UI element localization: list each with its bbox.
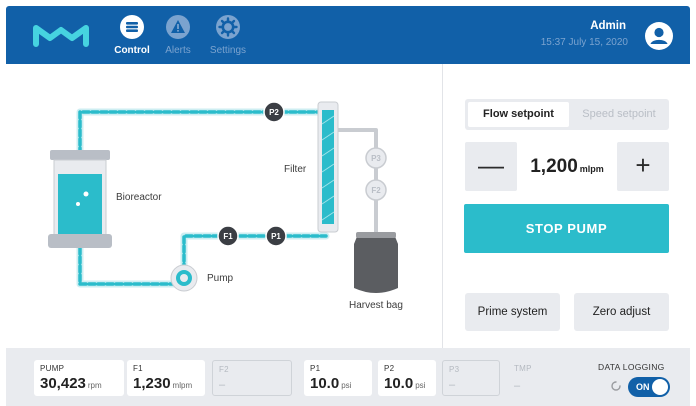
gear-icon	[216, 15, 240, 39]
reading-f1-value: 1,230	[133, 375, 171, 392]
data-logging-toggle-label: ON	[636, 382, 650, 392]
reading-f1-label: F1	[133, 364, 143, 373]
reading-p1: P1 10.0 psi	[304, 360, 372, 396]
decrement-button[interactable]: —	[465, 142, 517, 191]
reading-f2-label: F2	[219, 365, 229, 374]
tab-flow-setpoint[interactable]: Flow setpoint	[468, 102, 569, 127]
flow-setpoint-stepper: — 1,200 mlpm +	[465, 142, 669, 191]
filter-label: Filter	[284, 164, 307, 175]
user-name: Admin	[590, 20, 626, 32]
reading-p2-unit: psi	[415, 381, 426, 390]
reading-tmp-value: –	[514, 380, 521, 392]
reading-pump-label: PUMP	[40, 364, 65, 373]
reading-p2-value: 10.0	[384, 375, 414, 392]
nav-settings-label: Settings	[209, 45, 247, 56]
readings-bar: PUMP 30,423 rpm F1 1,230 mlpm F2 – P1 10.0…	[6, 348, 690, 406]
sync-icon	[611, 381, 621, 391]
data-logging-toggle[interactable]: ON	[628, 377, 670, 397]
stop-pump-button[interactable]: STOP PUMP	[464, 204, 669, 253]
tab-speed-setpoint[interactable]: Speed setpoint	[571, 102, 667, 127]
sensor-p2-label: P2	[269, 108, 279, 117]
toggle-knob	[652, 379, 668, 395]
setpoint-unit: mlpm	[579, 164, 604, 174]
reading-f1: F1 1,230 mlpm	[127, 360, 205, 396]
reading-f2-value: –	[219, 379, 226, 391]
alert-icon	[166, 15, 190, 39]
prime-system-button[interactable]: Prime system	[465, 293, 560, 331]
setpoint-value[interactable]: 1,200 mlpm	[517, 142, 617, 191]
harvest-bag-label: Harvest bag	[349, 300, 403, 311]
reading-p2: P2 10.0 psi	[378, 360, 436, 396]
reading-pump-unit: rpm	[87, 381, 102, 390]
nav-alerts[interactable]: Alerts	[156, 14, 200, 62]
nav-control[interactable]: Control	[110, 14, 154, 62]
reading-pump: PUMP 30,423 rpm	[34, 360, 124, 396]
setpoint-mode-toggle: Flow setpoint Speed setpoint	[465, 99, 669, 130]
reading-p2-label: P2	[384, 364, 395, 373]
m-logo-icon	[33, 25, 89, 47]
reading-tmp-label: TMP	[514, 364, 532, 373]
pump-label: Pump	[207, 273, 234, 284]
reading-pump-value: 30,423	[40, 375, 86, 392]
zero-adjust-button[interactable]: Zero adjust	[574, 293, 669, 331]
reading-p3-label: P3	[449, 365, 460, 374]
user-avatar-icon[interactable]	[644, 21, 674, 51]
reading-p1-label: P1	[310, 364, 321, 373]
reading-f2: F2 –	[212, 360, 292, 396]
reading-p1-unit: psi	[341, 381, 352, 390]
sensor-p3-label: P3	[371, 154, 381, 163]
nav-settings[interactable]: Settings	[206, 14, 250, 62]
data-logging-label: DATA LOGGING	[598, 362, 665, 372]
sensor-p1-label: P1	[271, 232, 281, 241]
reading-p3: P3 –	[442, 360, 500, 396]
nav-control-label: Control	[114, 45, 150, 56]
sensor-f2-label: F2	[371, 186, 381, 195]
bioreactor-label: Bioreactor	[116, 192, 162, 203]
reading-f1-unit: mlpm	[172, 381, 193, 390]
control-icon	[120, 15, 144, 39]
panel-divider	[442, 64, 443, 348]
reading-p1-value: 10.0	[310, 375, 340, 392]
header-timestamp: 15:37 July 15, 2020	[540, 37, 628, 48]
sensor-f1-label: F1	[223, 232, 233, 241]
setpoint-number: 1,200	[530, 156, 578, 177]
nav-alerts-label: Alerts	[165, 45, 191, 56]
reading-p3-value: –	[449, 379, 456, 391]
app-header: Control Alerts Settings Admin 15:37 July…	[6, 6, 690, 64]
increment-button[interactable]: +	[617, 142, 669, 191]
